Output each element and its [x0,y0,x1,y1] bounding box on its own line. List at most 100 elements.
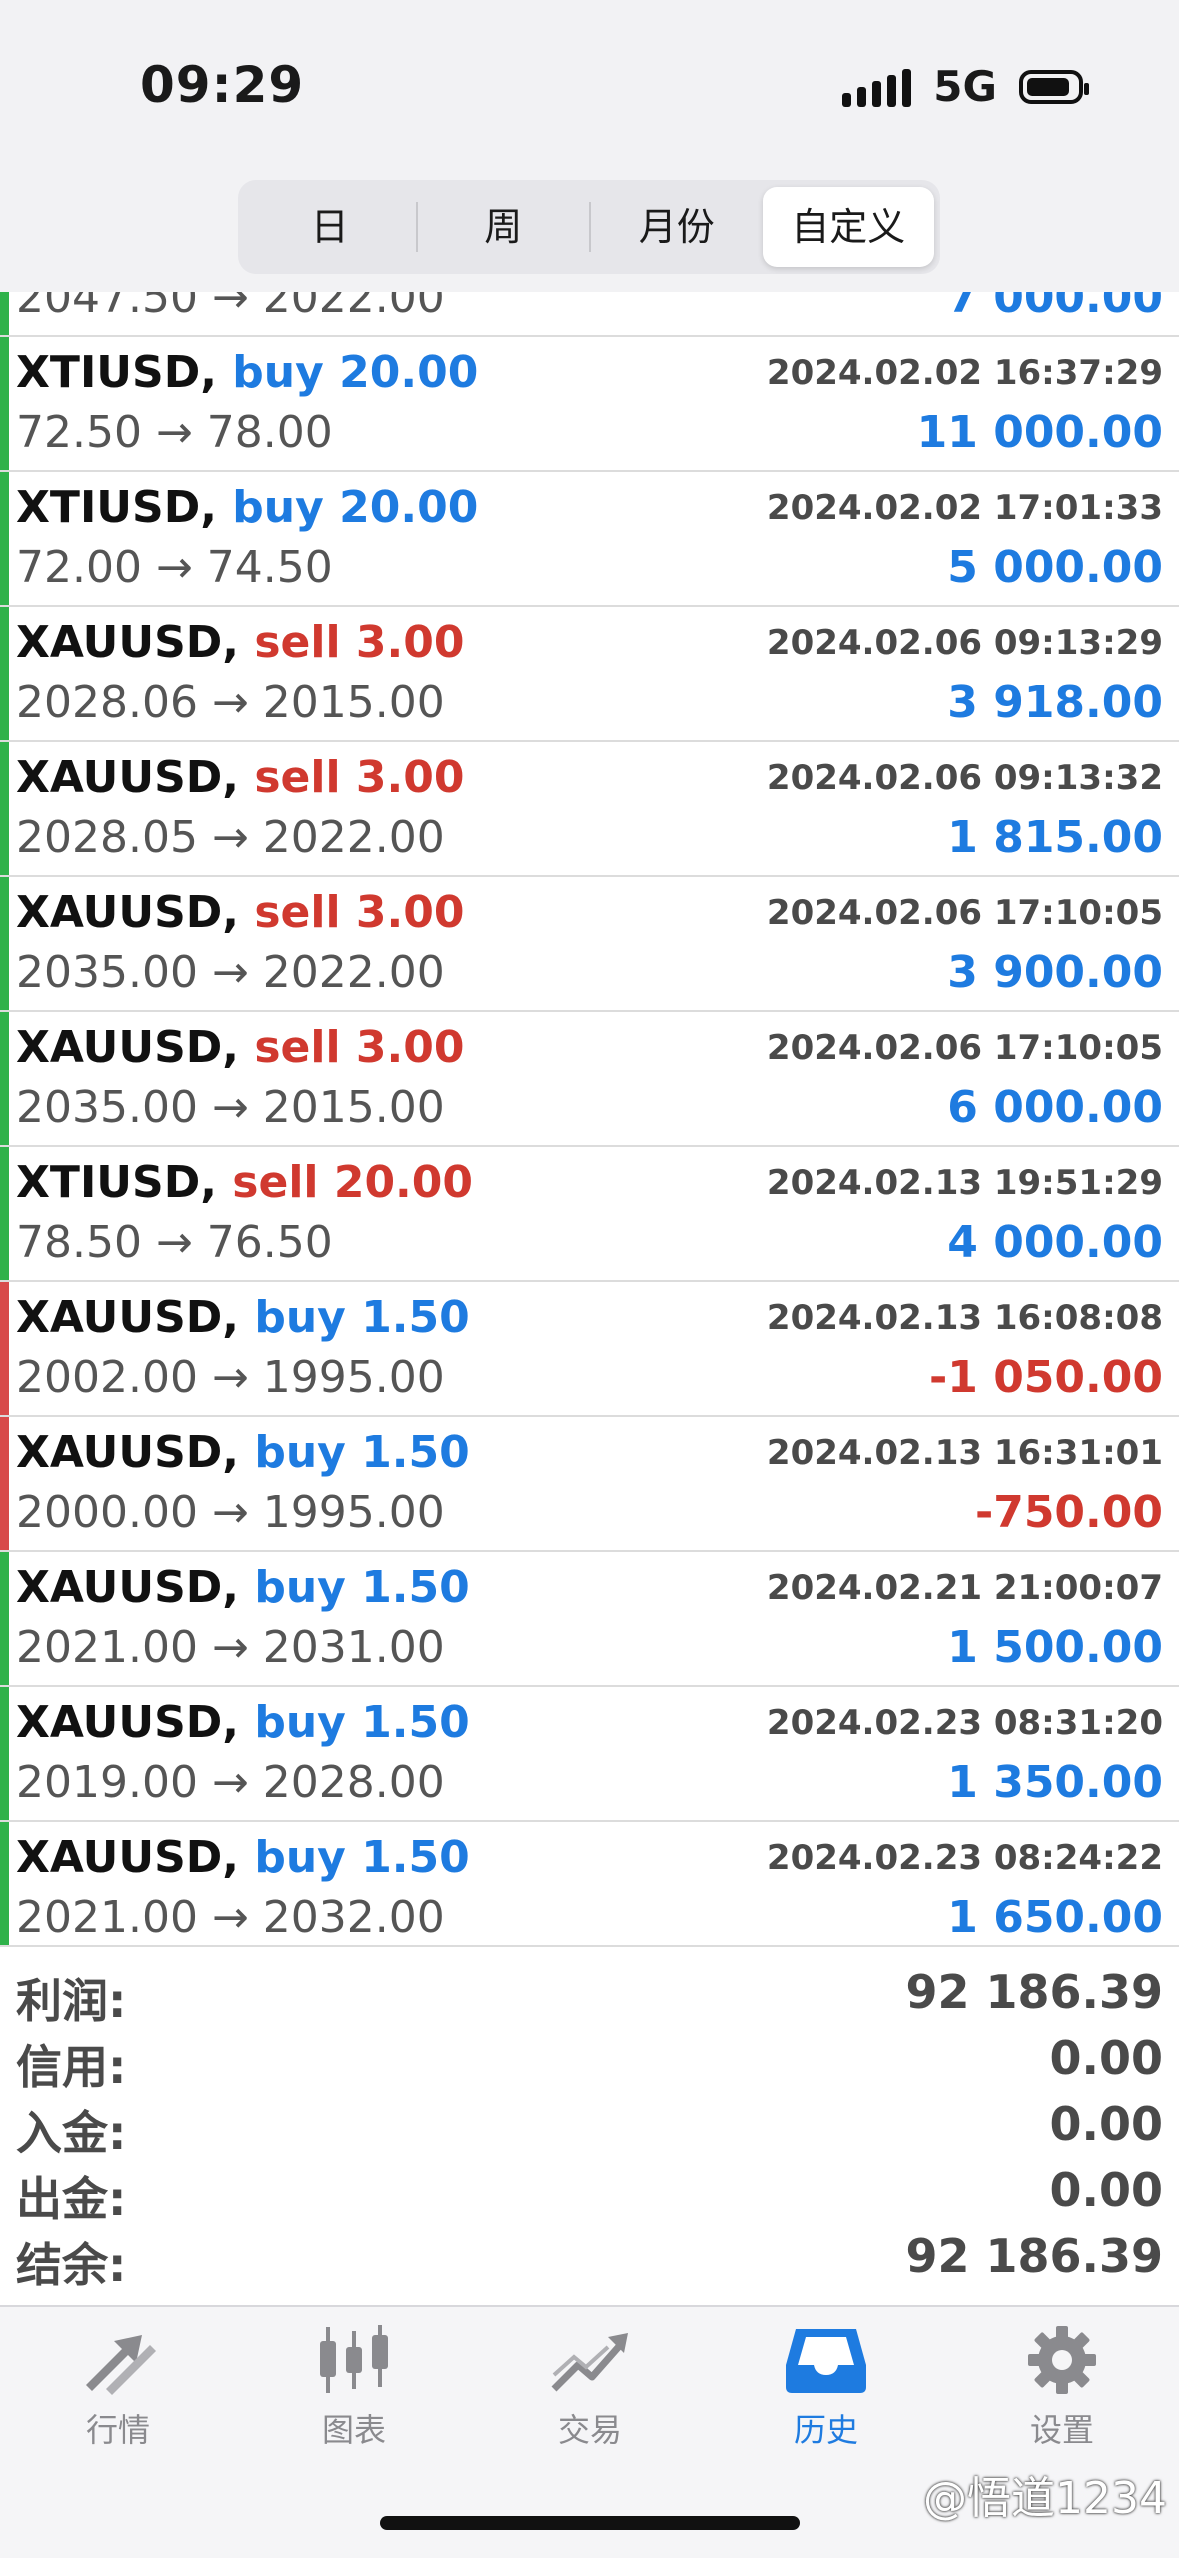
period-tab-month[interactable]: 月份 [591,187,763,267]
price-range: 2028.06 → 2015.00 [16,677,445,728]
trade-symbol: XAUUSD, [16,617,240,668]
quotes-arrows-icon [86,2335,156,2395]
account-summary: 利润: 92 186.39 信用: 0.00 入金: 0.00 出金: 0.00 结余: 92 1… [0,1945,1179,2317]
summary-label: 结余: [16,2238,127,2292]
summary-row: 信用: 0.00 [0,2023,1179,2094]
table-row[interactable]: XAUUSD, sell 3.00 2024.02.06 09:13:32 2028… [0,742,1179,877]
trade-history-list[interactable]: 2047.50 → 2022.00 7 000.00 XTIUSD, buy 2… [0,292,1179,1945]
summary-row: 入金: 0.00 [0,2089,1179,2160]
table-row[interactable]: XAUUSD, sell 3.00 2024.02.06 17:10:05 2035… [0,877,1179,1012]
trade-title: XAUUSD, buy 1.50 [16,1697,470,1748]
trade-datetime: 2024.02.13 16:31:01 [766,1433,1163,1473]
table-row[interactable]: XAUUSD, buy 1.50 2024.02.23 08:24:22 2021.… [0,1822,1179,1945]
price-range: 2021.00 → 2031.00 [16,1622,445,1673]
trade-title: XAUUSD, sell 3.00 [16,887,464,938]
trade-datetime: 2024.02.23 08:31:20 [766,1703,1163,1743]
trade-volume: 20.00 [333,1157,474,1208]
table-row[interactable]: XAUUSD, buy 1.50 2024.02.23 08:31:20 2019.… [0,1687,1179,1822]
period-tab-day[interactable]: 日 [244,187,416,267]
trade-symbol: XAUUSD, [16,1292,240,1343]
summary-label: 信用: [16,2040,127,2094]
summary-label: 出金: [16,2172,127,2226]
table-row[interactable]: XTIUSD, buy 20.00 2024.02.02 17:01:33 72.0… [0,472,1179,607]
result-indicator [0,1822,9,1945]
trade-title: XAUUSD, buy 1.50 [16,1832,470,1883]
period-segmented-control: 日 周 月份 自定义 [238,180,940,274]
table-row[interactable]: XAUUSD, buy 1.50 2024.02.21 21:00:07 2021.… [0,1552,1179,1687]
trade-symbol: XAUUSD, [16,752,240,803]
trade-trend-icon [551,2333,628,2392]
candlestick-chart-icon [320,2325,388,2393]
trade-profit: 5 000.00 [947,542,1163,593]
trade-title: XTIUSD, sell 20.00 [16,1157,473,1208]
result-indicator [0,1012,9,1145]
summary-value: 0.00 [1049,2163,1164,2217]
table-row[interactable]: XAUUSD, sell 3.00 2024.02.06 09:13:29 2028… [0,607,1179,742]
home-indicator[interactable] [380,2516,800,2530]
trade-side: buy [254,1697,346,1748]
tab-label: 行情 [85,2411,150,2449]
result-indicator [0,877,9,1010]
trade-symbol: XTIUSD, [16,1157,217,1208]
trade-side: sell [232,1157,319,1208]
trade-profit: 4 000.00 [947,1217,1163,1268]
trade-profit: 7 000.00 [947,292,1163,323]
summary-value: 92 186.39 [905,1965,1163,2019]
tab-chart[interactable]: 图表 [236,2325,472,2451]
trade-symbol: XAUUSD, [16,1697,240,1748]
trade-title: XAUUSD, buy 1.50 [16,1292,470,1343]
summary-row: 结余: 92 186.39 [0,2221,1179,2292]
trade-datetime: 2024.02.13 19:51:29 [766,1163,1163,1203]
summary-label: 利润: [16,1974,127,2028]
trade-profit: 1 650.00 [947,1892,1163,1943]
tab-history[interactable]: 历史 [708,2325,944,2451]
period-tab-week[interactable]: 周 [418,187,590,267]
tab-trade[interactable]: 交易 [472,2325,708,2451]
price-range: 72.00 → 74.50 [16,542,333,593]
trade-profit: 6 000.00 [947,1082,1163,1133]
result-indicator [0,1147,9,1280]
trade-title: XAUUSD, sell 3.00 [16,617,464,668]
period-tab-custom[interactable]: 自定义 [762,187,934,267]
trade-side: sell [254,617,341,668]
price-range: 2002.00 → 1995.00 [16,1352,445,1403]
trade-side: sell [254,752,341,803]
trade-title: XAUUSD, buy 1.50 [16,1427,470,1478]
trade-volume: 1.50 [361,1832,470,1883]
table-row[interactable]: 2047.50 → 2022.00 7 000.00 [0,292,1179,337]
result-indicator [0,742,9,875]
trade-profit: 3 900.00 [947,947,1163,998]
trade-profit: 1 350.00 [947,1757,1163,1808]
trade-datetime: 2024.02.06 09:13:29 [766,623,1163,663]
price-range: 2035.00 → 2022.00 [16,947,445,998]
trade-volume: 3.00 [355,887,465,938]
trade-profit: -750.00 [974,1487,1163,1538]
table-row[interactable]: XTIUSD, sell 20.00 2024.02.13 19:51:29 78.… [0,1147,1179,1282]
trade-side: buy [254,1427,346,1478]
trade-symbol: XAUUSD, [16,1022,240,1073]
trade-datetime: 2024.02.06 09:13:32 [766,758,1163,798]
result-indicator [0,292,9,335]
tab-settings[interactable]: 设置 [944,2325,1179,2451]
trade-side: sell [254,887,341,938]
tab-label: 历史 [793,2411,858,2449]
battery-icon [1019,69,1089,104]
table-row[interactable]: XAUUSD, buy 1.50 2024.02.13 16:08:08 2002.… [0,1282,1179,1417]
result-indicator [0,1552,9,1685]
summary-value: 0.00 [1049,2097,1164,2151]
tab-label: 交易 [557,2411,622,2449]
price-range: 2028.05 → 2022.00 [16,812,445,863]
trade-datetime: 2024.02.13 16:08:08 [766,1298,1163,1338]
tab-label: 图表 [321,2411,386,2449]
trade-datetime: 2024.02.06 17:10:05 [766,1028,1163,1068]
trade-title: XTIUSD, buy 20.00 [16,347,478,398]
price-range: 78.50 → 76.50 [16,1217,333,1268]
trade-side: buy [254,1562,346,1613]
trade-side: buy [232,482,324,533]
trade-symbol: XTIUSD, [16,482,217,533]
trade-volume: 20.00 [339,482,479,533]
table-row[interactable]: XTIUSD, buy 20.00 2024.02.02 16:37:29 72.5… [0,337,1179,472]
table-row[interactable]: XAUUSD, buy 1.50 2024.02.13 16:31:01 2000.… [0,1417,1179,1552]
tab-quotes[interactable]: 行情 [0,2325,236,2451]
table-row[interactable]: XAUUSD, sell 3.00 2024.02.06 17:10:05 2035… [0,1012,1179,1147]
